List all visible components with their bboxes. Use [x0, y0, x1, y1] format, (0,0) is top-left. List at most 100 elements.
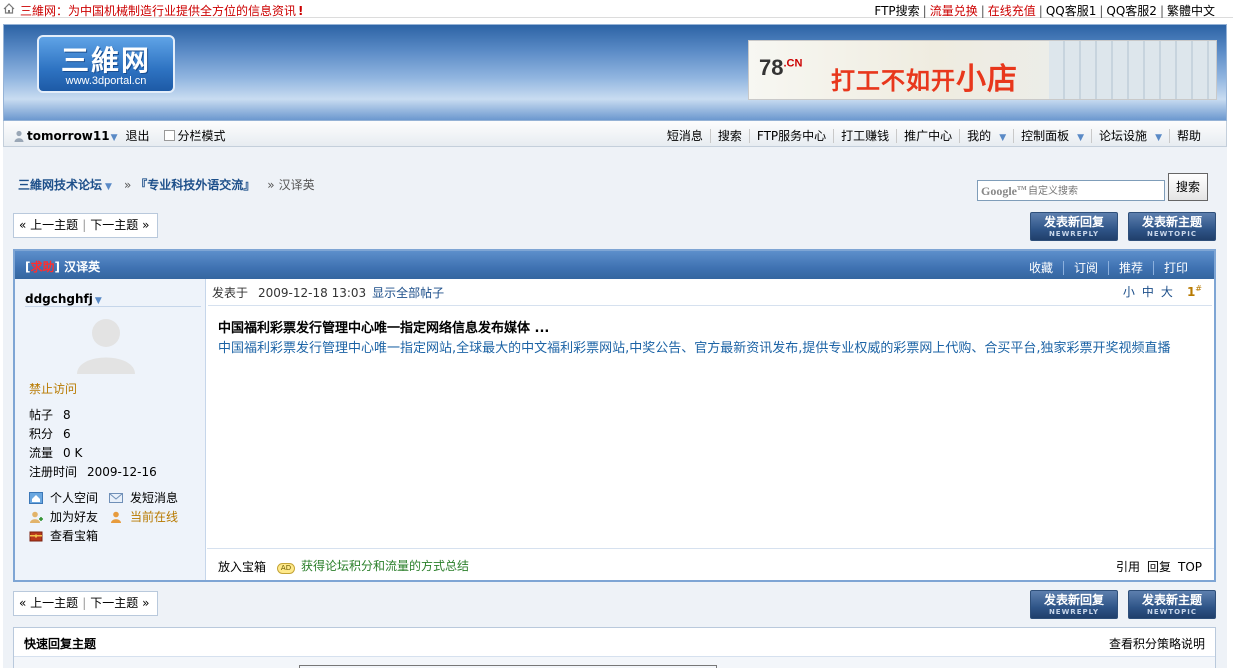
prev-arrows: «	[19, 596, 27, 610]
nav-item[interactable]: 帮助	[1168, 129, 1208, 143]
thread-action[interactable]: 打印	[1152, 261, 1198, 275]
new-reply-en: NEWREPLY	[1048, 230, 1100, 238]
chevron-down-icon[interactable]: ▼	[999, 133, 1006, 143]
breadcrumb-forum[interactable]: 三維网技术论坛	[18, 178, 102, 192]
top-link[interactable]: 流量兑换	[930, 4, 978, 18]
add-friend-link[interactable]: 加为好友	[29, 508, 98, 527]
thread-tag: 求助	[30, 260, 55, 274]
thread-actions: 收藏 订阅 推荐 打印	[1019, 259, 1198, 276]
home-icon[interactable]	[3, 3, 15, 14]
treasure-link[interactable]: 查看宝箱	[29, 527, 98, 546]
thread-action[interactable]: 收藏	[1019, 261, 1063, 275]
new-topic-en: NEWTOPIC	[1147, 608, 1197, 616]
site-tagline[interactable]: 三維网：为中国机械制造行业提供全方位的信息资讯!	[20, 2, 304, 19]
font-large-link[interactable]: 大	[1161, 285, 1173, 299]
breadcrumb-board[interactable]: 『专业科技外语交流』	[135, 178, 255, 192]
avatar[interactable]	[73, 314, 139, 374]
next-topic-link[interactable]: 下一主题	[90, 596, 138, 610]
treasure-label: 查看宝箱	[50, 529, 99, 543]
new-reply-button[interactable]: 发表新回复 NEWREPLY	[1030, 212, 1118, 241]
banner-brand-sup: .CN	[783, 57, 803, 70]
send-message-link[interactable]: 发短消息	[109, 489, 178, 508]
top-link[interactable]: QQ客服2	[1106, 4, 1157, 18]
envelope-icon	[109, 493, 123, 503]
nav-item[interactable]: 搜索	[709, 129, 749, 143]
nav-item[interactable]: FTP服务中心	[748, 129, 834, 143]
post-action-link[interactable]: 回复	[1147, 560, 1171, 574]
stat-value: 8	[63, 408, 71, 422]
chevron-down-icon[interactable]: ▼	[95, 296, 102, 306]
split-mode-checkbox[interactable]	[163, 130, 175, 141]
tag-bracket: ]	[54, 260, 60, 274]
thread-pager-top: « 上一主题 | 下一主题 »	[13, 213, 158, 238]
google-logo: GoogleTM	[981, 184, 1027, 198]
banner-slogan: 打工不如开小店	[831, 54, 1018, 98]
space-link[interactable]: 个人空间	[29, 489, 98, 508]
logo-text: 三維网	[60, 44, 151, 77]
thread-action[interactable]: 订阅	[1062, 261, 1108, 275]
prev-topic-link[interactable]: 上一主题	[30, 218, 78, 232]
nav-item[interactable]: 短消息	[660, 129, 710, 143]
username-link[interactable]: tomorrow11	[27, 129, 110, 143]
nav-item-label: FTP服务中心	[756, 129, 827, 143]
new-topic-label: 发表新主题	[1141, 215, 1202, 229]
chevron-down-icon[interactable]: ▼	[1155, 133, 1162, 143]
post-meta: 发表于 2009-12-18 13:03 显示全部帖子	[212, 284, 444, 301]
google-logo-text: Google	[981, 184, 1017, 198]
nav-item[interactable]: 我的 ▼	[959, 129, 1014, 143]
post-header: [求助] 汉译英 收藏 订阅 推荐 打印	[15, 251, 1214, 279]
author-name-text: ddgchghfj	[25, 292, 93, 306]
nav-item[interactable]: 推广中心	[896, 129, 960, 143]
link-separator: |	[980, 4, 985, 18]
top-link[interactable]: 繁體中文	[1167, 4, 1215, 18]
search-button[interactable]: 搜索	[1168, 173, 1208, 201]
top-link[interactable]: QQ客服1	[1046, 4, 1097, 18]
chevron-down-icon[interactable]: ▼	[105, 182, 112, 192]
search-input[interactable]	[1028, 184, 1158, 198]
banner-illustration	[1049, 41, 1216, 99]
next-topic-link[interactable]: 下一主题	[90, 218, 138, 232]
nav-item[interactable]: 论坛设施 ▼	[1091, 129, 1169, 143]
nav-item-label: 搜索	[717, 129, 742, 143]
home-icon	[29, 492, 43, 504]
breadcrumb: 三維网技术论坛 ▼» 『专业科技外语交流』» 汉译英	[18, 176, 315, 193]
chevron-down-icon[interactable]: ▼	[111, 133, 118, 143]
online-user-icon	[111, 511, 121, 523]
author-name[interactable]: ddgchghfj ▼	[25, 292, 102, 306]
font-small-link[interactable]: 小	[1123, 285, 1135, 299]
nav-item[interactable]: 打工赚钱	[833, 129, 897, 143]
put-in-treasure-link[interactable]: 放入宝箱	[218, 558, 266, 575]
chevron-down-icon[interactable]: ▼	[1077, 133, 1084, 143]
nav-item-label: 推广中心	[904, 129, 953, 143]
post-action-link[interactable]: TOP	[1178, 560, 1202, 574]
post-content-body[interactable]: 中国福利彩票发行管理中心唯一指定网站,全球最大的中文福利彩票网站,中奖公告、官方…	[218, 341, 1208, 357]
post-container: [求助] 汉译英 收藏 订阅 推荐 打印 ddgchghfj ▼ 禁止访问 帖子 8 积分 6…	[13, 249, 1216, 582]
send-message-label: 发短消息	[130, 491, 179, 505]
stat-value: 2009-12-16	[87, 465, 157, 479]
post-action-link[interactable]: 引用	[1116, 560, 1140, 574]
points-policy-link[interactable]: 查看积分策略说明	[1109, 635, 1205, 652]
new-topic-button[interactable]: 发表新主题 NEWTOPIC	[1128, 212, 1216, 241]
new-topic-label: 发表新主题	[1141, 593, 1202, 607]
ad-banner[interactable]: 78.CN 打工不如开小店	[748, 40, 1217, 100]
stat-label: 流量	[29, 446, 54, 460]
thread-action[interactable]: 推荐	[1107, 261, 1153, 275]
prev-topic-link[interactable]: 上一主题	[30, 596, 78, 610]
font-medium-link[interactable]: 中	[1142, 285, 1154, 299]
new-reply-button[interactable]: 发表新回复 NEWREPLY	[1030, 590, 1118, 619]
logout-link[interactable]: 退出	[126, 129, 150, 143]
nav-item-label: 控制面板	[1021, 129, 1070, 143]
top-link[interactable]: 在线充值	[988, 4, 1036, 18]
breadcrumb-sep: »	[123, 178, 132, 192]
link-separator: |	[1099, 4, 1104, 18]
ad-badge-icon: AD	[277, 563, 295, 574]
top-strip: 三維网：为中国机械制造行业提供全方位的信息资讯! FTP搜索 | 流量兑换 | 在线充值…	[0, 0, 1233, 18]
new-topic-button[interactable]: 发表新主题 NEWTOPIC	[1128, 590, 1216, 619]
stat-label: 帖子	[29, 408, 54, 422]
show-all-posts-link[interactable]: 显示全部帖子	[372, 286, 444, 300]
site-logo[interactable]: 三維网 www.3dportal.cn	[37, 35, 175, 93]
footer-ad-link[interactable]: AD 获得论坛积分和流量的方式总结	[277, 557, 469, 574]
new-reply-label: 发表新回复	[1043, 593, 1104, 607]
nav-item[interactable]: 控制面板 ▼	[1013, 129, 1092, 143]
top-link[interactable]: FTP搜索	[874, 4, 919, 18]
